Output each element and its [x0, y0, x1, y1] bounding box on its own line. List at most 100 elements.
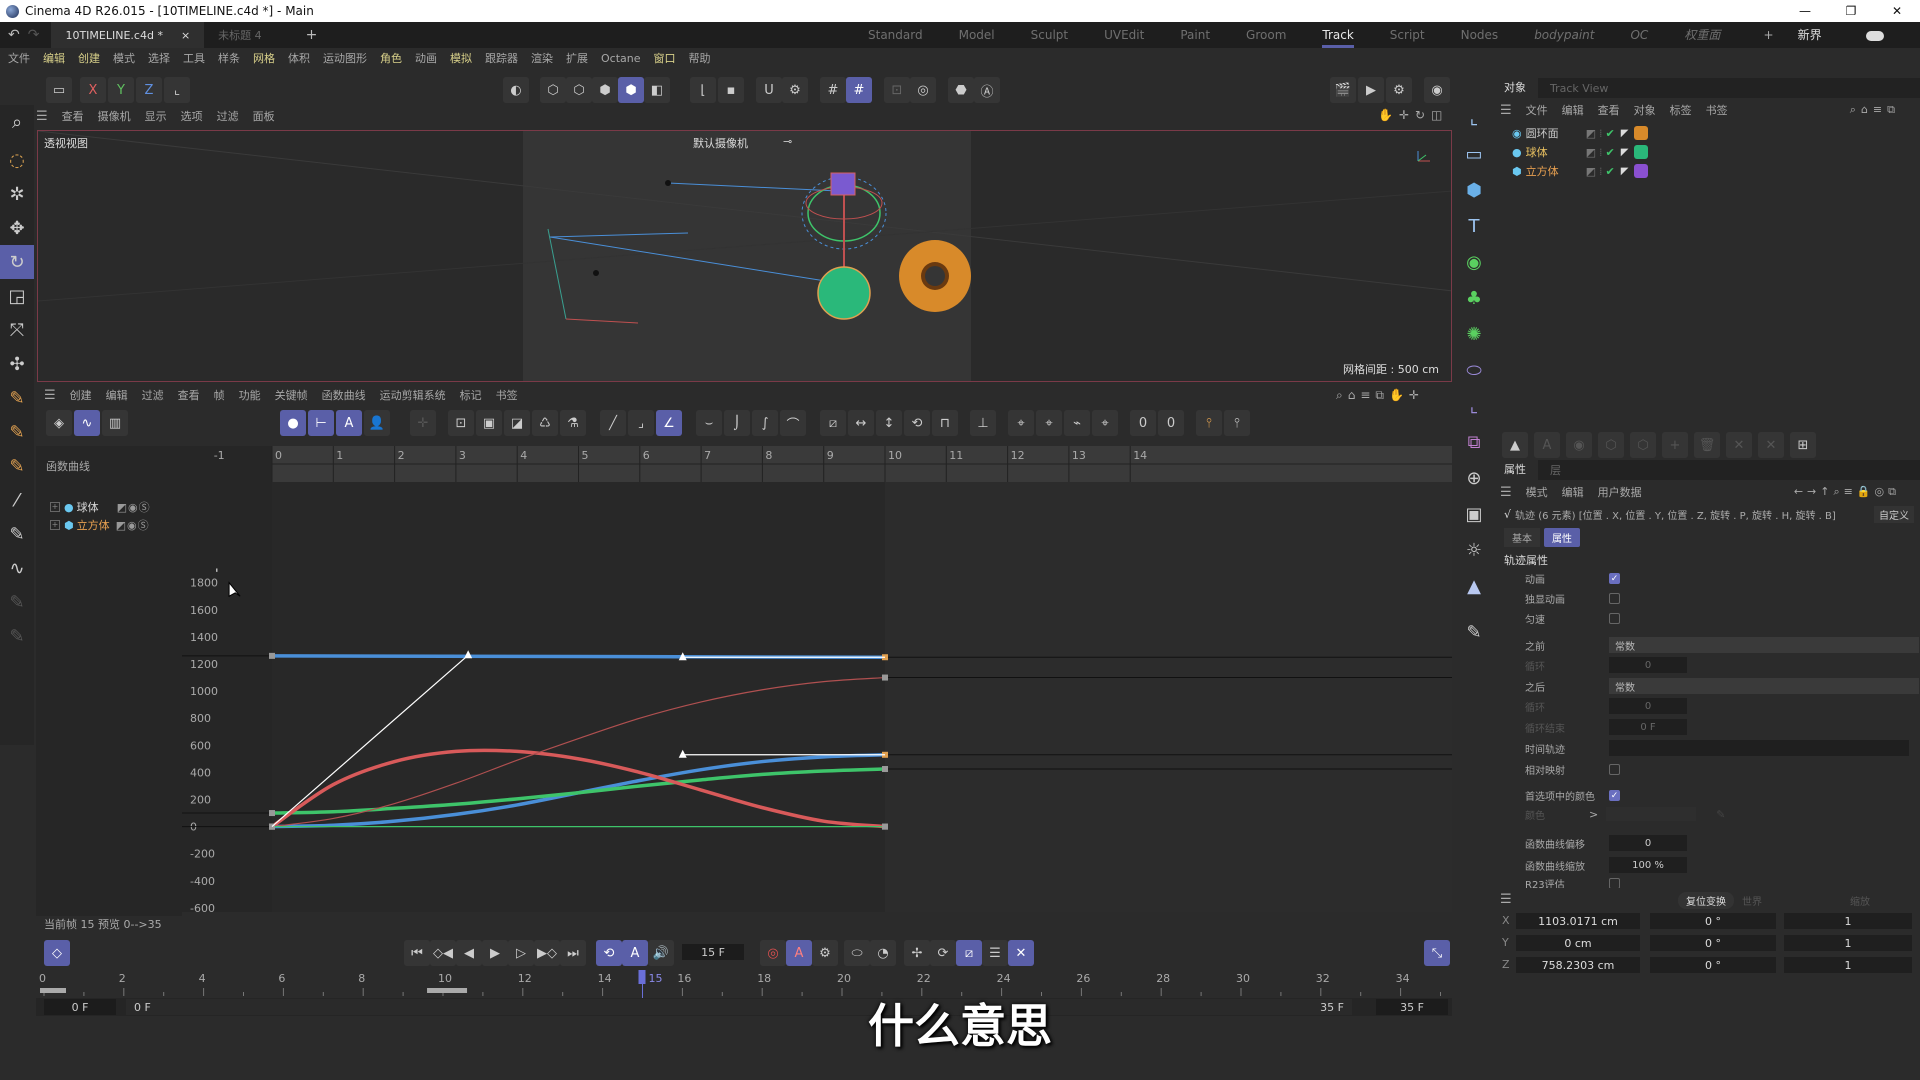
material-tag[interactable] [1634, 126, 1649, 140]
effector-icon[interactable]: ✺ [1458, 316, 1490, 352]
grid-snap-icon[interactable]: # [846, 77, 872, 103]
visibility-icons[interactable]: ◩◉Ⓢ [117, 499, 151, 515]
camera-icon[interactable]: ▣ [1458, 496, 1490, 532]
marker-icon[interactable]: ⫯ [1196, 410, 1222, 436]
tl-menu-create[interactable]: 创建 [70, 387, 92, 403]
object-row[interactable]: ● 球体 ◩ ⁞ ✔ ◤ [1512, 143, 1912, 161]
coordinate-system-icon[interactable]: ⌞ [164, 77, 190, 103]
recycle-icon[interactable]: ♺ [532, 410, 558, 436]
object-row[interactable]: ⬢ 立方体 ◩ ⁞ ✔ ◤ [1512, 162, 1912, 180]
tl-menu-functions[interactable]: 功能 [239, 387, 261, 403]
position-z-field[interactable]: 758.2303 cm [1516, 957, 1640, 973]
lock-tangent-angle-icon[interactable]: ↔ [848, 410, 874, 436]
frame-input[interactable]: 15 F [682, 944, 744, 960]
playback-rate-button[interactable]: A [622, 940, 648, 966]
menu-volume[interactable]: 体积 [288, 50, 310, 66]
spline-smooth-icon[interactable]: ✎ [0, 517, 34, 551]
attr-hex2-icon[interactable]: ⬡ [1630, 432, 1656, 458]
attr-hex-icon[interactable]: ⬡ [1598, 432, 1624, 458]
relative-checkbox[interactable] [1609, 763, 1620, 775]
after-dropdown[interactable]: 常数 [1609, 678, 1919, 694]
render-mode-icon[interactable]: ◐ [503, 77, 529, 103]
eyedropper-icon[interactable]: ✎ [1716, 808, 1725, 821]
edit-icon[interactable]: ✎ [1458, 614, 1490, 650]
layout-tab-nodes[interactable]: Nodes [1461, 22, 1499, 48]
scale-tool-icon[interactable]: ◲ [0, 279, 34, 313]
param-key-icon[interactable]: ☰ [982, 940, 1008, 966]
menu-render[interactable]: 渲染 [531, 50, 553, 66]
hierarchy-icon[interactable]: ⊢ [308, 410, 334, 436]
deformer-icon[interactable]: ⬭ [1458, 352, 1490, 388]
expand-icon[interactable]: + [50, 520, 60, 530]
snap-icon[interactable]: U [756, 77, 782, 103]
layout-tab-paint[interactable]: Paint [1180, 22, 1210, 48]
iron-icon[interactable]: ◪ [504, 410, 530, 436]
om-menu-bookmarks[interactable]: 书签 [1706, 102, 1728, 118]
spline-sketch-icon[interactable]: ✎ [0, 449, 34, 483]
visibility-dots-icon[interactable]: ⁞ [1599, 165, 1603, 178]
scale-y-field[interactable]: 1 [1784, 935, 1912, 951]
move-tool-icon[interactable]: ✥ [0, 211, 34, 245]
dopesheet-mode-icon[interactable]: ◈ [46, 410, 72, 436]
layout-tab-standard[interactable]: Standard [868, 22, 923, 48]
motion-mode-icon[interactable]: ▥ [102, 410, 128, 436]
enabled-check-icon[interactable]: ✔ [1606, 165, 1615, 178]
rotation-b-field[interactable]: 0 ° [1650, 957, 1776, 973]
key-equal-icon[interactable]: ⌖ [1092, 410, 1118, 436]
attr-a-icon[interactable]: A [1534, 432, 1560, 458]
sphere-object[interactable] [817, 266, 871, 320]
fcurve-scale-field[interactable]: 100 % [1609, 857, 1687, 873]
enabled-check-icon[interactable]: ✔ [1606, 127, 1615, 140]
vp-menu-camera[interactable]: 摄像机 [98, 108, 131, 124]
layout-tab-uvedit[interactable]: UVEdit [1104, 22, 1144, 48]
menu-file[interactable]: 文件 [8, 50, 30, 66]
loop-button[interactable]: ⟲ [596, 940, 622, 966]
scale-key-icon[interactable]: ⧄ [956, 940, 982, 966]
menu-mograph[interactable]: 运动图形 [323, 50, 367, 66]
visibility-dots-icon[interactable]: ⁞ [1599, 146, 1603, 159]
hamburger-icon[interactable]: ☰ [44, 388, 56, 403]
position-key-icon[interactable]: ✢ [904, 940, 930, 966]
cube-primitive-icon[interactable]: ⬢ [1458, 172, 1490, 208]
cube-object[interactable] [830, 172, 856, 196]
linear-interp-icon[interactable]: ╱ [600, 410, 626, 436]
tl-menu-view[interactable]: 查看 [178, 387, 200, 403]
maximize-button[interactable]: ❐ [1828, 0, 1874, 22]
edges-mode-icon[interactable]: ⬡ [566, 77, 592, 103]
null-object-icon[interactable]: ⌞ [1458, 100, 1490, 136]
zero-angle-icon[interactable]: 0 [1130, 410, 1156, 436]
keyframe-icon[interactable]: ◇ [44, 940, 70, 966]
fcurve-object-row[interactable]: + ● 球体 ◩◉Ⓢ [50, 499, 151, 515]
attr-close-icon[interactable]: ✕ [1726, 432, 1752, 458]
symmetry-icon[interactable]: ⊡ [884, 77, 910, 103]
layout-tab-weights[interactable]: 权重面板 [1684, 22, 1727, 68]
menu-select[interactable]: 选择 [148, 50, 170, 66]
before-loop-field[interactable]: 0 [1609, 657, 1687, 673]
minimize-button[interactable]: — [1782, 0, 1828, 22]
go-to-end-button[interactable]: ⏭ [560, 940, 586, 966]
menu-window[interactable]: 窗口 [654, 50, 676, 66]
fcurve-offset-field[interactable]: 0 [1609, 835, 1687, 851]
key-selection-icon[interactable]: ⬭ [844, 940, 870, 966]
prev-key-button[interactable]: ◇◀ [430, 940, 456, 966]
multi-transform-icon[interactable]: ✣ [0, 347, 34, 381]
subtab-basic[interactable]: 基本 [1504, 528, 1540, 547]
visibility-dots-icon[interactable]: ⁞ [1599, 127, 1603, 140]
vp-menu-options[interactable]: 选项 [181, 108, 203, 124]
polygon-pen-icon[interactable]: ✎ [0, 585, 34, 619]
x-axis-lock[interactable]: X [80, 77, 106, 103]
menu-extensions[interactable]: 扩展 [566, 50, 588, 66]
mute-key-icon[interactable]: ⌁ [1064, 410, 1090, 436]
next-frame-button[interactable]: ▷ [508, 940, 534, 966]
tl-menu-keys[interactable]: 关键帧 [275, 387, 308, 403]
time-track-field[interactable] [1609, 740, 1909, 756]
rotation-p-field[interactable]: 0 ° [1650, 935, 1776, 951]
z-axis-lock[interactable]: Z [136, 77, 162, 103]
menu-simulate[interactable]: 模拟 [450, 50, 472, 66]
tl-menu-fcurve[interactable]: 函数曲线 [322, 387, 366, 403]
go-to-start-button[interactable]: ⏮ [404, 940, 430, 966]
break-tangent-icon[interactable]: ⧄ [820, 410, 846, 436]
tab-track-view[interactable]: Track View [1538, 82, 1620, 95]
attr-x-icon[interactable]: ✕ [1758, 432, 1784, 458]
scale-z-field[interactable]: 1 [1784, 957, 1912, 973]
